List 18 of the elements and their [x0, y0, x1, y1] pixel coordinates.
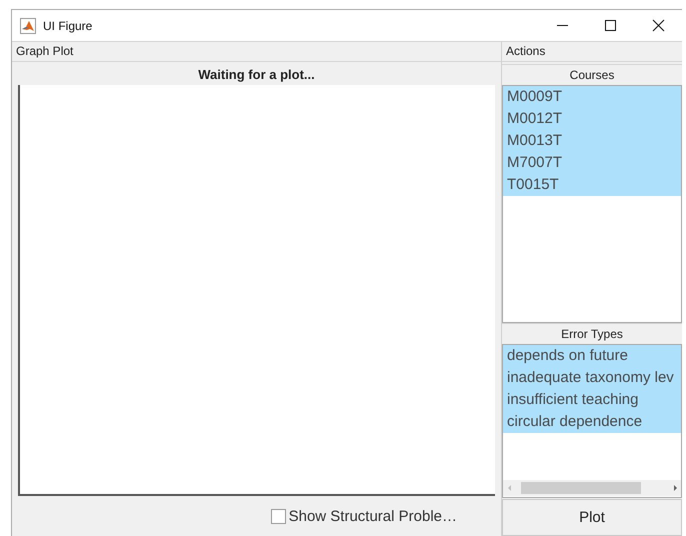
- panel-title: Graph Plot: [12, 41, 501, 62]
- panel-title: Actions: [502, 41, 682, 62]
- list-item[interactable]: M0012T: [503, 108, 681, 130]
- list-item[interactable]: inadequate taxonomy lev: [503, 367, 681, 389]
- listbox[interactable]: depends on future inadequate taxonomy lev insufficient teaching circular dependence: [502, 344, 682, 498]
- list-item[interactable]: T0015T: [503, 174, 681, 196]
- list-item[interactable]: insufficient teaching: [503, 389, 681, 411]
- plot-button[interactable]: Plot: [502, 499, 682, 536]
- app-logo-icon: [20, 18, 36, 34]
- list-item[interactable]: circular dependence: [503, 411, 681, 433]
- list-item[interactable]: depends on future: [503, 345, 681, 367]
- list-item[interactable]: M7007T: [503, 152, 681, 174]
- listbox[interactable]: M0009T M0012T M0013T M7007T T0015T: [502, 85, 682, 323]
- list-item[interactable]: M0013T: [503, 130, 681, 152]
- window-title: UI Figure: [43, 18, 92, 32]
- structural-problems-checkbox[interactable]: Show Structural Proble…: [270, 508, 457, 524]
- list-item[interactable]: M0009T: [503, 86, 681, 108]
- axes-title: Waiting for a plot...: [197, 66, 316, 84]
